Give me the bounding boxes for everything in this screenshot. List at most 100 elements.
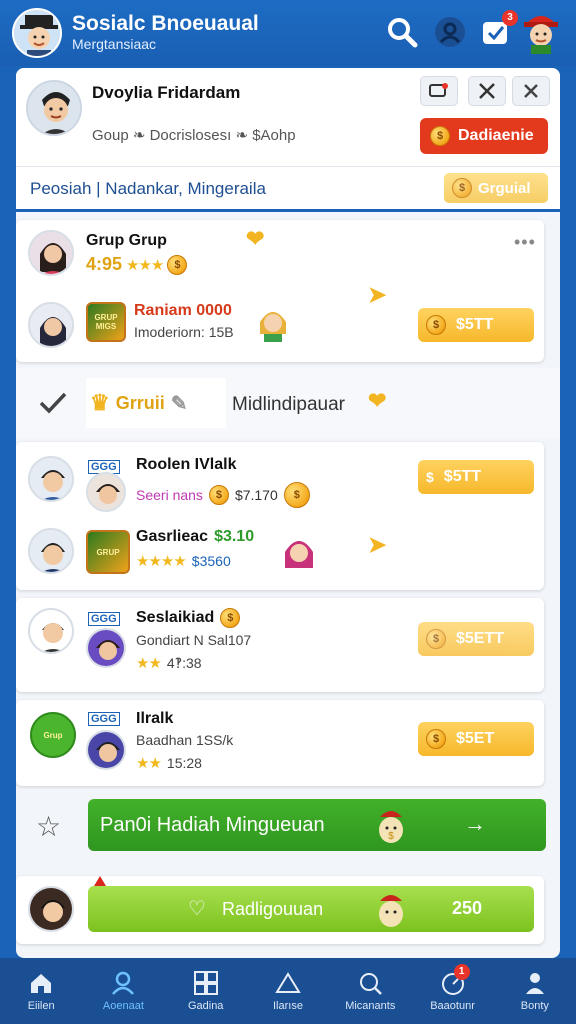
nav-item-profile[interactable]: Bonty (494, 958, 576, 1024)
reward-button-label: Dadiaenie (458, 127, 534, 144)
close-icon (524, 84, 538, 98)
list-item-meta: ★★ 15:28 (136, 754, 202, 772)
gift-icon: ➤ (368, 532, 387, 557)
profile-avatar[interactable] (26, 80, 82, 136)
section-title: Peosiah | Nadankar, Mingeraila (30, 179, 266, 198)
group-thumbnail[interactable]: Grup (30, 712, 76, 758)
list-item-name: Gasrlieac (136, 528, 209, 545)
search-icon[interactable] (384, 14, 420, 50)
avatar[interactable] (28, 608, 74, 654)
amount-label: $5ET (456, 730, 495, 747)
nav-label: Micanants (345, 1000, 396, 1012)
feed-item-score: 4:95 (86, 254, 123, 274)
feed-card: Grup Grup 4:95 ★★★ $ ❤ ••• GRUP MIGS Ran… (16, 220, 544, 362)
profile-name: Dvoylia Fridardam (92, 83, 241, 102)
list-item-value: $7.170 (234, 487, 278, 503)
star-icon[interactable]: ☆ (36, 810, 61, 843)
mascot-icon: $ (374, 805, 408, 851)
list-item-title-row: Gasrlieac $3.10 (136, 528, 254, 546)
list-item-sub: Gondiart N Sal107 (136, 632, 252, 648)
grid-icon (193, 971, 218, 995)
game-thumbnail[interactable]: GRUP (86, 530, 130, 574)
nav-item-games[interactable]: Gadina (165, 958, 247, 1024)
feed-item-meta: Imoderiorn: 15B (134, 324, 234, 340)
gift-icon: ❤ (246, 226, 265, 251)
profile-icon (525, 973, 544, 994)
nav-item-gauge[interactable]: 1 Baaotunr (411, 958, 493, 1024)
app-title: Sosialc Bnoeuaual (72, 12, 259, 35)
primary-cta-label: Pan0i Hadiah Mingueuan (100, 813, 325, 836)
secondary-cta-button[interactable]: ♡ Radligouuan 250 (88, 886, 534, 932)
amount-label: $5ETT (456, 630, 505, 647)
more-options-icon[interactable]: ••• (514, 232, 536, 253)
nav-item-search[interactable]: Micanants (329, 958, 411, 1024)
avatar[interactable] (86, 628, 126, 668)
list-item-name: Roolen IVlalk (136, 456, 237, 473)
coin-icon: $ (208, 485, 229, 505)
edit-icon: ✎ (170, 392, 188, 415)
nav-label: Aoenaat (102, 1000, 144, 1012)
notification-badge: 3 (502, 10, 518, 26)
amount-button[interactable]: $ $5TT (418, 308, 534, 342)
game-thumbnail[interactable]: GRUP MIGS (86, 302, 126, 342)
amount-button[interactable]: $ $5ET (418, 722, 534, 756)
tools-icon (479, 83, 495, 99)
mascot-icon (374, 889, 408, 934)
feed-item-meta: 4:95 ★★★ $ (86, 254, 188, 275)
avatar[interactable] (28, 528, 74, 574)
avatar[interactable] (28, 456, 74, 502)
list-item-meta: ★★★★ $3560 (136, 552, 231, 570)
feed-item-name: Grup Grup (86, 232, 167, 249)
gift-icon: ➤ (368, 282, 387, 307)
secondary-cta-label: Radligouuan (222, 898, 324, 919)
rating-stars: ★★★ (126, 256, 164, 274)
home-icon (31, 974, 52, 993)
profile-card: Dvoylia Fridardam Goup ❧ Docrislosesı ❧ … (16, 68, 560, 166)
check-icon[interactable] (38, 390, 68, 421)
money-bag-icon: $ (452, 178, 472, 198)
avatar[interactable] (86, 472, 126, 512)
nav-label: Gadina (187, 1000, 224, 1012)
group-filter-title: Midlindipauar (232, 394, 346, 415)
app-logo-avatar[interactable] (12, 8, 62, 58)
nav-item-tent[interactable]: Ilarıse (247, 958, 329, 1024)
rating-stars: ★★★★ (136, 553, 187, 570)
profile-meta: Goup ❧ Docrislosesı ❧ $Aohp (92, 127, 296, 144)
notification-icon[interactable]: 3 (478, 10, 518, 50)
section-action-label: Grguial (478, 179, 531, 197)
tag-badge: GGG (88, 612, 120, 626)
gift-icon: ❤ (368, 388, 387, 413)
primary-cta-button[interactable]: Pan0i Hadiah Mingueuan $ → (88, 799, 546, 851)
reward-button[interactable]: $ Dadiaenie (420, 118, 548, 154)
list-item-sub: Seeri nans (136, 487, 203, 503)
list-item-name: Seslaikiad (136, 609, 215, 626)
avatar[interactable] (28, 302, 74, 348)
list-item-title-row: Seslaikiad $ (136, 608, 241, 628)
mascot-icon[interactable] (520, 8, 562, 54)
close-button[interactable] (512, 76, 550, 106)
tag-badge: GGG (88, 712, 120, 726)
bag-icon: ♡ (188, 898, 206, 920)
list-card: GGG Roolen IVlalk Seeri nans $ $7.170 $ … (16, 442, 544, 590)
svg-text:$: $ (388, 831, 394, 842)
list-item-meta: ★★ 4‽:38 (136, 654, 202, 673)
arrow-right-icon: → (464, 811, 486, 836)
coin-icon: $ (220, 608, 241, 628)
nav-item-account[interactable]: Aoenaat (82, 958, 164, 1024)
message-button[interactable] (420, 76, 458, 106)
group-filter-button[interactable]: ♛ Grruii ✎ (86, 378, 226, 428)
amount-button[interactable]: $ $5ETT (418, 622, 534, 656)
avatar[interactable] (28, 886, 74, 932)
avatar[interactable] (28, 230, 74, 276)
section-action-button[interactable]: $ Grguial (444, 173, 548, 203)
tools-button[interactable] (468, 76, 506, 106)
nav-label: Baaotunr (430, 1000, 475, 1012)
list-item-sub: Baadhan 1SS/k (136, 732, 234, 748)
account-icon[interactable] (432, 14, 468, 50)
bottom-nav: Eiilen Aoenaat Gadina Ilarıse Micanants … (0, 958, 576, 1024)
app-subtitle: Mergtansiaac (72, 36, 157, 52)
nav-item-home[interactable]: Eiilen (0, 958, 82, 1024)
avatar[interactable] (86, 730, 126, 770)
feed-item-name: Raniam 0000 (134, 302, 232, 319)
amount-button[interactable]: $ $5TT (418, 460, 534, 494)
